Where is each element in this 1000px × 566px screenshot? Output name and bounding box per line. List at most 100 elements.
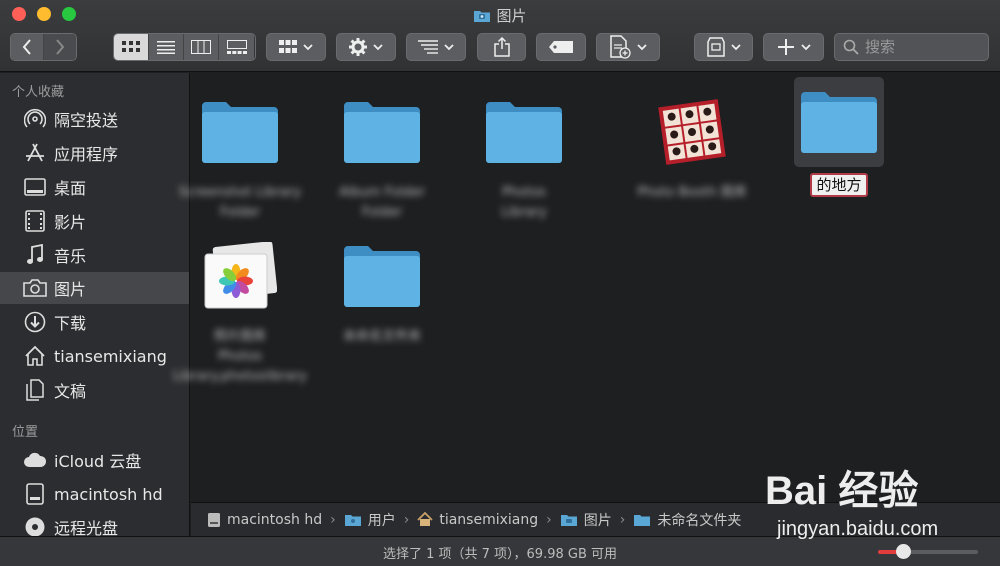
download-icon (22, 310, 48, 334)
chevron-right-icon (55, 39, 65, 55)
search-input[interactable] (865, 38, 985, 56)
toolbar: 图片 (0, 0, 1000, 72)
file-browser: Screenshot Library Folder Album Folder Fol… (173, 73, 1000, 501)
sidebar-item-documents[interactable]: 文稿 (0, 374, 189, 406)
add-button[interactable] (763, 33, 824, 61)
sidebar: 个人收藏 隔空投送 应用程序 桌面 影片 音乐 图片 下载 tiansemixi… (0, 73, 190, 566)
view-mode-control (113, 33, 256, 61)
window-title-text: 图片 (496, 7, 527, 25)
breadcrumb-pictures[interactable]: 图片 (560, 510, 612, 530)
breadcrumb-label: tiansemixiang (439, 511, 539, 528)
column-view-button[interactable] (184, 34, 219, 60)
hard-disk-icon (207, 512, 221, 528)
breadcrumb-label: 图片 (583, 512, 612, 529)
sidebar-item-label: 文稿 (54, 382, 87, 401)
new-document-button[interactable] (596, 33, 660, 61)
chevron-down-icon (303, 43, 313, 50)
home-icon (417, 512, 433, 527)
forward-button[interactable] (43, 34, 76, 60)
file-name: Photo Booth 图库 (637, 185, 747, 200)
arrange-button[interactable] (406, 33, 466, 61)
sidebar-item-label: 下载 (54, 314, 87, 333)
sidebar-item-label: iCloud 云盘 (54, 452, 142, 471)
file-name: 照片图库 Photos Library.photoslibrary (173, 329, 307, 384)
sidebar-item-desktop[interactable]: 桌面 (0, 171, 189, 203)
file-item[interactable]: 未命名文件夹 (312, 231, 452, 347)
folder-icon (337, 231, 427, 321)
sidebar-item-home[interactable]: tiansemixiang (0, 340, 189, 372)
columns-icon (191, 40, 211, 54)
icon-size-slider[interactable] (878, 544, 978, 559)
action-button[interactable] (336, 33, 396, 61)
document-add-icon (610, 35, 631, 59)
breadcrumb-macintosh-hd[interactable]: macintosh hd (207, 512, 322, 528)
sidebar-item-icloud[interactable]: iCloud 云盘 (0, 444, 189, 476)
folder-icon (344, 513, 362, 527)
sidebar-item-label: 隔空投送 (54, 111, 119, 130)
archive-box-icon (706, 37, 725, 57)
sidebar-item-applications[interactable]: 应用程序 (0, 137, 189, 169)
favorites-header: 个人收藏 (12, 85, 65, 100)
chevron-left-icon (22, 39, 31, 55)
breadcrumb-label: macintosh hd (227, 511, 323, 528)
folder-icon (479, 87, 569, 177)
group-by-button[interactable] (266, 33, 326, 61)
sidebar-item-label: 桌面 (54, 179, 87, 198)
watermark-url: jingyan.baidu.com (777, 518, 939, 540)
breadcrumb-users[interactable]: 用户 (344, 510, 396, 530)
sidebar-item-pictures[interactable]: 图片 (0, 272, 189, 304)
file-item[interactable]: Album Folder Folder (312, 87, 452, 223)
tags-button[interactable] (536, 33, 586, 61)
chevron-right-icon: › (330, 511, 336, 528)
cloud-icon (22, 448, 48, 472)
breadcrumb-home[interactable]: tiansemixiang (417, 512, 538, 528)
folder-icon (337, 87, 427, 177)
list-view-button[interactable] (149, 34, 184, 60)
share-button[interactable] (477, 33, 526, 61)
folder-icon (560, 513, 578, 527)
clip-button[interactable] (694, 33, 753, 61)
group-grid-icon (279, 40, 297, 53)
document-icon (22, 378, 48, 402)
file-item-selected[interactable]: 的地方 (769, 77, 909, 197)
search-icon (843, 39, 859, 55)
icon-view-button[interactable] (114, 34, 149, 60)
sidebar-item-macintosh-hd[interactable]: macintosh hd (0, 478, 189, 510)
sidebar-item-label: 应用程序 (54, 145, 119, 164)
gallery-view-button[interactable] (219, 34, 254, 60)
window-title: 图片 (0, 5, 1000, 26)
list-icon (157, 40, 175, 54)
sidebar-item-movies[interactable]: 影片 (0, 205, 189, 237)
breadcrumb-label: 用户 (367, 512, 396, 529)
file-name: Screenshot Library Folder (178, 185, 302, 220)
breadcrumb-untitled-folder[interactable]: 未命名文件夹 (633, 510, 741, 530)
folder-icon (195, 87, 285, 177)
pictures-folder-icon (473, 9, 491, 23)
camera-icon (22, 276, 48, 300)
home-icon (22, 344, 48, 368)
sidebar-item-airdrop[interactable]: 隔空投送 (0, 103, 189, 135)
file-name: Album Folder Folder (339, 185, 425, 220)
folder-icon (633, 513, 651, 527)
finder-window: 图片 搜索 个人收藏 隔空投送 应用程序 桌面 影片 音乐 图片 下载 tian… (0, 0, 1000, 566)
chevron-right-icon: › (546, 511, 552, 528)
tag-icon (549, 41, 573, 53)
chevron-down-icon (444, 43, 454, 50)
file-name: 未命名文件夹 (342, 329, 421, 344)
file-item[interactable]: Photo Booth 图库 (622, 87, 762, 203)
rename-field[interactable]: 的地方 (810, 173, 868, 197)
file-item[interactable]: Photos Library (454, 87, 594, 223)
file-item[interactable]: Screenshot Library Folder (170, 87, 310, 223)
back-button[interactable] (11, 34, 44, 60)
search-box[interactable] (834, 33, 989, 61)
icon-grid-icon (122, 41, 140, 52)
chevron-down-icon (373, 43, 383, 50)
sidebar-item-downloads[interactable]: 下载 (0, 306, 189, 338)
airdrop-icon (22, 107, 48, 131)
gallery-icon (226, 40, 247, 54)
folder-icon (794, 77, 884, 167)
chevron-right-icon: › (619, 511, 626, 528)
hard-disk-icon (22, 482, 48, 506)
sidebar-item-music[interactable]: 音乐 (0, 239, 189, 271)
file-item[interactable]: 照片图库 Photos Library.photoslibrary (170, 231, 310, 387)
